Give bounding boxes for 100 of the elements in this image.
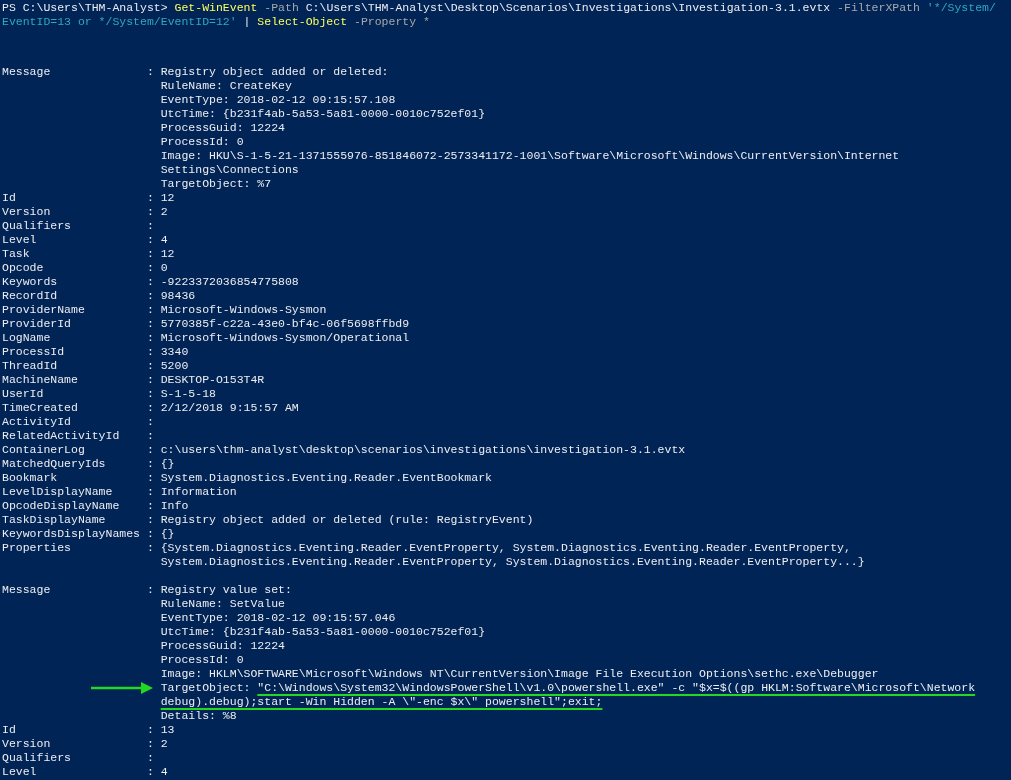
wildcard-symbol: *	[423, 15, 430, 28]
colon-separator: :	[146, 359, 155, 373]
property-value: ProcessId: 0	[160, 135, 244, 149]
property-value: c:\users\thm-analyst\desktop\scenarios\investigations\investigation-3.1.evtx	[160, 443, 686, 457]
property-name: OpcodeDisplayName	[2, 499, 121, 513]
property-name: ContainerLog	[2, 443, 86, 457]
property-name: Properties	[2, 541, 72, 556]
property-value: ProcessGuid: 12224	[160, 639, 285, 653]
property-name: Version	[2, 205, 52, 219]
property-value: 2	[160, 737, 168, 751]
property-value: 5200	[160, 359, 189, 373]
parameter-name: -Property	[354, 15, 417, 28]
property-value: Image: HKU\S-1-5-21-1371555976-851846072-2573341172-1001\Software\Microsoft\Windows\CurrentVersion\Internet	[160, 149, 900, 163]
property-name: Message	[2, 65, 52, 80]
colon-separator: :	[146, 541, 155, 556]
property-name: Id	[2, 191, 17, 205]
property-value: Information	[160, 485, 237, 499]
property-value: 3340	[160, 345, 189, 359]
property-value: 0	[160, 261, 168, 275]
property-name: RelatedActivityId	[2, 429, 121, 443]
prompt-text: PS C:\Users\THM-Analyst>	[2, 1, 168, 14]
colon-separator: :	[146, 205, 155, 219]
property-name: Opcode	[2, 261, 45, 275]
property-value: 4	[160, 765, 168, 779]
property-name: ActivityId	[2, 415, 72, 429]
property-name: Id	[2, 723, 17, 737]
command-name: Get-WinEvent	[174, 1, 258, 14]
colon-separator: :	[146, 765, 155, 779]
colon-separator: :	[146, 471, 155, 485]
property-value: {}	[160, 457, 175, 471]
property-value: UtcTime: {b231f4ab-5a53-5a81-0000-0010c752ef01}	[160, 107, 486, 121]
property-value: Microsoft-Windows-Sysmon	[160, 303, 327, 317]
property-name: MachineName	[2, 373, 79, 387]
property-value: 4	[160, 233, 168, 247]
property-value: System.Diagnostics.Eventing.Reader.EventBookmark	[160, 471, 492, 485]
property-name: ProviderId	[2, 317, 72, 331]
property-value: ProcessId: 0	[160, 653, 244, 667]
property-name: LevelDisplayName	[2, 485, 114, 499]
property-value: -9223372036854775808	[160, 275, 299, 289]
colon-separator: :	[146, 317, 155, 331]
property-value: Registry object added or deleted (rule: RegistryEvent)	[160, 513, 534, 527]
colon-separator: :	[146, 191, 155, 205]
property-value: Info	[160, 499, 189, 513]
colon-separator: :	[146, 289, 155, 303]
colon-separator: :	[146, 513, 155, 527]
property-name: Bookmark	[2, 471, 59, 485]
colon-separator: :	[146, 387, 155, 401]
property-value: 13	[160, 723, 175, 737]
property-value: TargetObject: "C:\Windows\System32\WindowsPowerShell\v1.0\powershell.exe" -c "$x=$((gp HKLM:Software\Microsoft\Network	[160, 681, 976, 695]
property-name: Level	[2, 233, 38, 247]
property-value: Registry value set:	[160, 583, 292, 597]
property-value: Registry object added or deleted:	[160, 65, 389, 79]
property-value: S-1-5-18	[160, 387, 216, 401]
colon-separator: :	[146, 275, 155, 289]
property-name: ThreadId	[2, 359, 59, 373]
property-name: UserId	[2, 387, 45, 401]
property-value: 12	[160, 191, 175, 205]
property-value: 12	[160, 247, 175, 261]
property-name: ProcessId	[2, 345, 66, 359]
property-value: 2	[160, 205, 168, 219]
colon-separator: :	[146, 233, 155, 247]
property-name: LogName	[2, 331, 52, 345]
property-value: {}	[160, 527, 175, 541]
property-value: 2/12/2018 9:15:57 AM	[160, 401, 299, 415]
property-name: RecordId	[2, 289, 59, 303]
colon-separator: :	[146, 751, 155, 765]
colon-separator: :	[146, 373, 155, 387]
property-value: EventType: 2018-02-12 09:15:57.046	[160, 611, 396, 625]
colon-separator: :	[146, 723, 155, 737]
property-name: MatchedQueryIds	[2, 457, 107, 471]
property-name: Version	[2, 737, 52, 751]
property-value: ProcessGuid: 12224	[160, 121, 285, 135]
property-value: EventType: 2018-02-12 09:15:57.108	[160, 93, 396, 107]
string-literal: '*/System/	[926, 1, 996, 14]
property-value: Microsoft-Windows-Sysmon/Operational	[160, 331, 410, 345]
pipe-symbol: |	[243, 15, 251, 28]
property-name: Level	[2, 765, 38, 779]
property-value: RuleName: SetValue	[160, 597, 285, 611]
property-name: ProviderName	[2, 303, 86, 317]
colon-separator: :	[146, 331, 155, 345]
property-name: Message	[2, 583, 52, 598]
colon-separator: :	[146, 443, 155, 457]
colon-separator: :	[146, 401, 155, 415]
colon-separator: :	[146, 527, 155, 541]
colon-separator: :	[146, 457, 155, 471]
command-name: Select-Object	[257, 15, 348, 28]
parameter-name: -FilterXPath	[837, 1, 920, 14]
property-name: Task	[2, 247, 31, 261]
property-name: Qualifiers	[2, 751, 72, 765]
argument-text: C:\Users\THM-Analyst\Desktop\Scenarios\Investigations\Investigation-3.1.evtx	[305, 1, 831, 14]
property-value: Image: HKLM\SOFTWARE\Microsoft\Windows NT\CurrentVersion\Image File Execution Options\sethc.exe\Debugger	[160, 667, 879, 681]
property-name: Keywords	[2, 275, 59, 289]
colon-separator: :	[146, 303, 155, 317]
property-value: System.Diagnostics.Eventing.Reader.EventProperty, System.Diagnostics.Eventing.Reader.EventProperty...}	[160, 555, 865, 569]
colon-separator: :	[146, 345, 155, 359]
colon-separator: :	[146, 415, 155, 429]
property-value: UtcTime: {b231f4ab-5a53-5a81-0000-0010c752ef01}	[160, 625, 486, 639]
property-value: RuleName: CreateKey	[160, 79, 292, 93]
string-literal: EventID=13 or */System/EventID=12'	[2, 15, 237, 28]
property-value: 98436	[160, 289, 196, 303]
